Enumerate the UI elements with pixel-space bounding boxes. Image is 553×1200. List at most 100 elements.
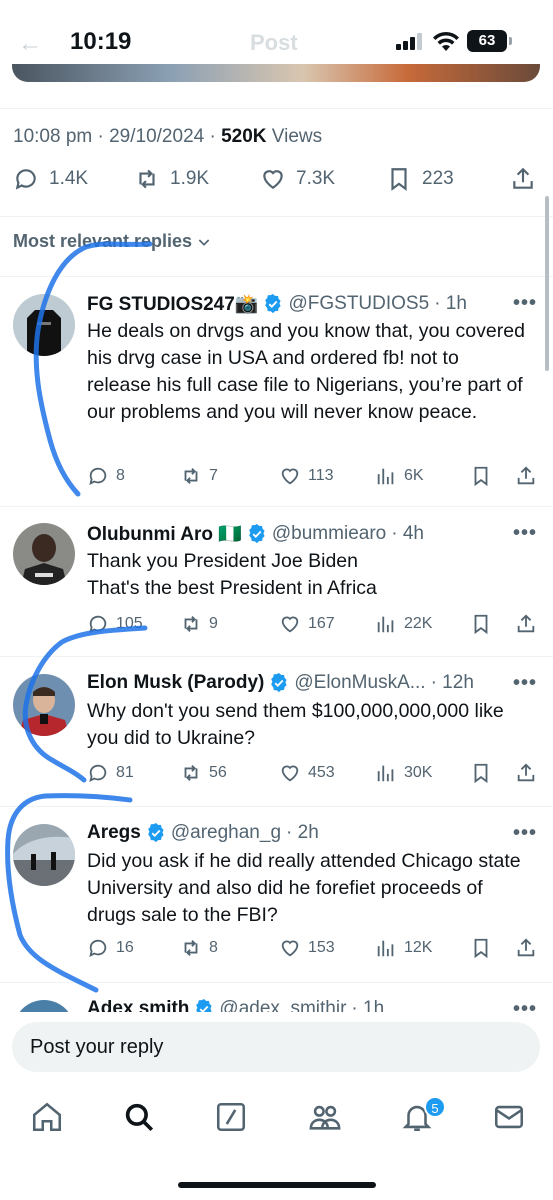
reply-text: He deals on drvgs and you know that, you… [87, 320, 525, 423]
reply-button[interactable]: 105 [87, 613, 143, 635]
sort-label: Most relevant replies [13, 231, 193, 251]
reply-time: · 4h [391, 523, 424, 544]
scrollbar-thumb[interactable] [545, 196, 549, 371]
bookmark-button[interactable] [470, 937, 492, 959]
reply-text: Why don't you send them $100,000,000,000… [87, 700, 504, 749]
share-button[interactable] [515, 937, 537, 959]
battery-tip [509, 37, 512, 45]
reply-header: Elon Musk (Parody) @ElonMuskA... · 12h [87, 672, 474, 694]
share-icon [517, 466, 535, 485]
bookmark-button[interactable] [470, 465, 492, 487]
reply-header: Olubunmi Aro 🇳🇬 @bummiearo · 4h [87, 522, 424, 546]
handle[interactable]: @ElonMuskA... [294, 672, 425, 694]
repost-button[interactable]: 1.9K [134, 166, 209, 192]
grok-tab[interactable] [214, 1100, 248, 1134]
reply-icon [89, 615, 107, 634]
reply-button[interactable]: 8 [87, 465, 125, 487]
verified-icon [249, 524, 265, 544]
display-name[interactable]: FG STUDIOS247📸 [87, 292, 258, 316]
home-tab[interactable] [30, 1100, 64, 1134]
repost-button[interactable]: 9 [180, 613, 218, 635]
search-tab[interactable] [122, 1100, 156, 1134]
like-count: 153 [308, 939, 335, 956]
back-arrow-icon[interactable]: ← [18, 30, 42, 58]
repost-button[interactable]: 7 [180, 465, 218, 487]
views-count: 6K [404, 467, 424, 484]
reply-header: FG STUDIOS247📸 @FGSTUDIOS5 · 1h [87, 292, 467, 316]
views-count: 520K [221, 126, 267, 147]
share-button[interactable] [515, 762, 537, 784]
reply-button[interactable]: 16 [87, 937, 134, 959]
reply-time: · 2h [286, 822, 319, 843]
repost-button[interactable]: 56 [180, 762, 227, 784]
reply-button[interactable]: 1.4K [13, 166, 88, 192]
heart-icon [281, 616, 299, 633]
more-options-icon[interactable]: ••• [513, 672, 537, 695]
heart-icon [281, 468, 299, 485]
share-button[interactable] [515, 465, 537, 487]
more-options-icon[interactable]: ••• [513, 522, 537, 545]
verified-icon [148, 823, 164, 843]
display-name[interactable]: Aregs [87, 822, 141, 844]
share-icon [517, 763, 535, 782]
share-icon [517, 614, 535, 633]
bookmark-button[interactable]: 223 [386, 166, 454, 192]
sort-replies-dropdown[interactable]: Most relevant replies [13, 231, 212, 252]
repost-icon [184, 940, 198, 956]
cellular-signal-icon [396, 32, 426, 50]
communities-tab[interactable] [308, 1100, 342, 1134]
handle[interactable]: @bummiearo [272, 523, 386, 545]
avatar[interactable] [13, 523, 75, 585]
share-icon [513, 167, 533, 189]
reply-input[interactable]: Post your reply [12, 1022, 540, 1072]
like-button[interactable]: 153 [279, 937, 335, 959]
like-button[interactable]: 113 [279, 465, 334, 487]
share-button[interactable] [510, 166, 536, 192]
reply-item[interactable]: Olubunmi Aro 🇳🇬 @bummiearo · 4h ••• Than… [0, 506, 553, 656]
bookmark-button[interactable] [470, 613, 492, 635]
share-icon [517, 938, 535, 957]
views-count: 22K [404, 615, 433, 632]
handle[interactable]: @FGSTUDIOS5 [288, 293, 429, 315]
repost-icon [184, 765, 198, 781]
repost-icon [184, 468, 198, 484]
avatar[interactable] [13, 294, 75, 356]
views-button[interactable]: 6K [375, 465, 424, 487]
grok-icon [216, 1102, 246, 1132]
bookmark-icon [474, 763, 488, 784]
post-media-image[interactable] [12, 64, 540, 82]
chevron-down-icon [198, 238, 210, 246]
avatar[interactable] [13, 824, 75, 886]
repost-button[interactable]: 8 [180, 937, 218, 959]
home-indicator[interactable] [178, 1182, 376, 1188]
like-button[interactable]: 7.3K [260, 166, 335, 192]
repost-count: 56 [209, 764, 227, 781]
views-button[interactable]: 30K [375, 762, 432, 784]
bookmark-icon [474, 938, 488, 959]
more-options-icon[interactable]: ••• [513, 292, 537, 315]
communities-icon [309, 1105, 341, 1130]
display-name[interactable]: Elon Musk (Parody) [87, 672, 264, 694]
heart-icon [263, 170, 283, 189]
reply-item[interactable]: Elon Musk (Parody) @ElonMuskA... · 12h •… [0, 656, 553, 806]
bookmark-button[interactable] [470, 762, 492, 784]
like-button[interactable]: 453 [279, 762, 335, 784]
views-button[interactable]: 22K [375, 613, 432, 635]
messages-tab[interactable] [492, 1100, 526, 1134]
more-options-icon[interactable]: ••• [513, 822, 537, 845]
display-name[interactable]: Olubunmi Aro 🇳🇬 [87, 522, 242, 546]
reply-item[interactable]: FG STUDIOS247📸 @FGSTUDIOS5 · 1h ••• He d… [0, 276, 553, 506]
handle[interactable]: @areghan_g [171, 822, 281, 844]
share-button[interactable] [515, 613, 537, 635]
reply-button[interactable]: 81 [87, 762, 134, 784]
avatar[interactable] [13, 674, 75, 736]
reply-icon [89, 764, 107, 783]
like-count: 113 [308, 467, 334, 484]
reply-item[interactable]: Aregs @areghan_g · 2h ••• Did you ask if… [0, 806, 553, 982]
views-button[interactable]: 12K [375, 937, 432, 959]
home-icon [32, 1102, 62, 1132]
views-count: 30K [404, 764, 433, 781]
verified-icon [271, 673, 287, 693]
like-button[interactable]: 167 [279, 613, 335, 635]
like-count: 453 [308, 764, 335, 781]
